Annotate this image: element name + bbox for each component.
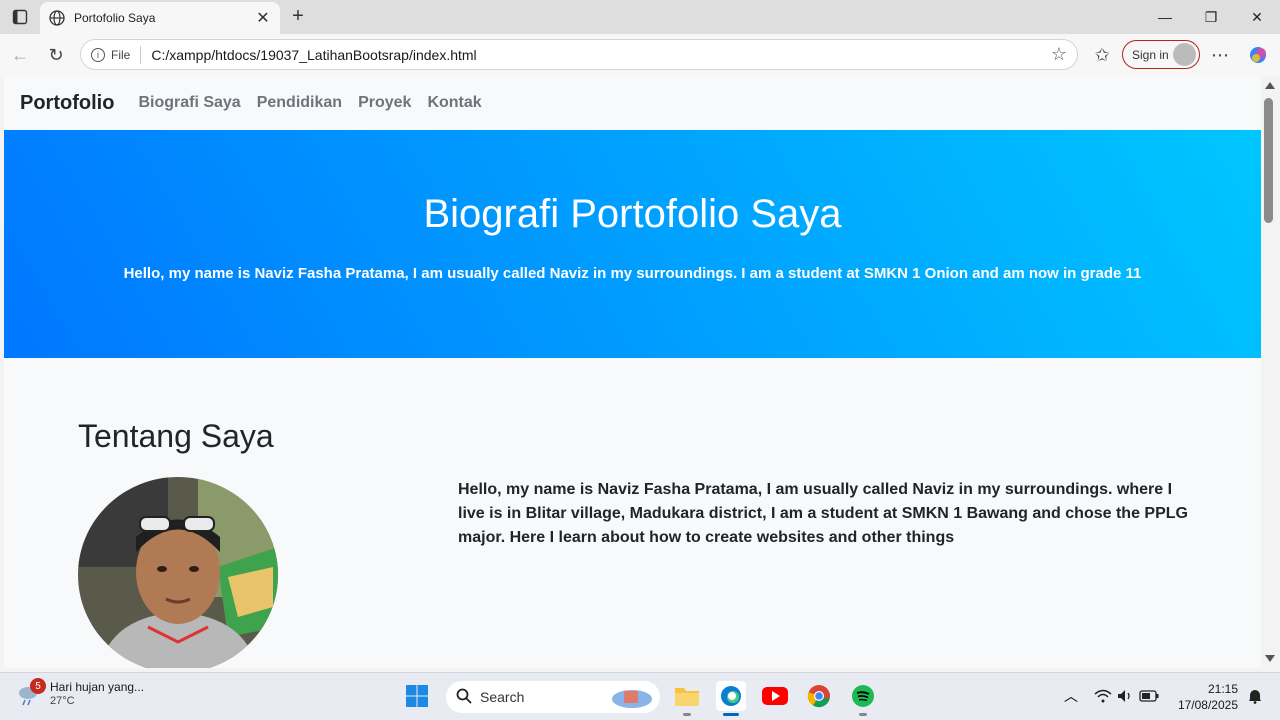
nav-link-biografi[interactable]: Biografi Saya: [138, 94, 240, 112]
site-info-label: File: [111, 47, 131, 62]
clock-time: 21:15: [1207, 682, 1238, 696]
sign-in-button[interactable]: Sign in: [1122, 40, 1200, 69]
info-icon: i: [91, 47, 105, 62]
site-navbar: Portofolio Biografi Saya Pendidikan Proy…: [4, 76, 1261, 130]
spotify-icon[interactable]: [848, 681, 878, 711]
minimize-icon[interactable]: —: [1142, 0, 1188, 34]
youtube-icon[interactable]: [760, 681, 790, 711]
tab-title: Portofolio Saya: [74, 11, 156, 25]
favorites-icon[interactable]: ✩: [1090, 43, 1114, 67]
edge-icon[interactable]: [716, 681, 746, 711]
about-text: Hello, my name is Naviz Fasha Pratama, I…: [458, 481, 1188, 546]
about-section: Tentang Saya Hello, my name is Naviz Fas…: [4, 358, 1261, 668]
favorite-star-icon[interactable]: ☆: [1051, 44, 1067, 65]
hero-title: Biografi Portofolio Saya: [423, 192, 842, 236]
search-placeholder: Search: [480, 689, 525, 705]
clock-date: 17/08/2025: [1177, 698, 1238, 712]
search-highlight-icon: [610, 685, 654, 712]
nav-link-pendidikan[interactable]: Pendidikan: [257, 94, 342, 112]
tab-actions-icon[interactable]: [8, 6, 32, 28]
edge-active-indicator: [723, 713, 739, 716]
page-scrollbar[interactable]: [1261, 76, 1280, 668]
browser-tab-strip: Portofolio Saya ✕ + — ❐ ✕: [0, 0, 1280, 34]
browser-toolbar: ← ↻ i File C:/xampp/htdocs/19037_Latihan…: [0, 34, 1280, 76]
hero-subtitle: Hello, my name is Naviz Fasha Pratama, I…: [123, 265, 1142, 282]
weather-temp: 27°C: [50, 695, 75, 707]
browser-tab[interactable]: Portofolio Saya ✕: [40, 2, 280, 34]
restore-icon[interactable]: ❐: [1188, 0, 1234, 34]
page-viewport: Portofolio Biografi Saya Pendidikan Proy…: [4, 76, 1261, 668]
nav-link-kontak[interactable]: Kontak: [427, 94, 481, 112]
scrollbar-thumb[interactable]: [1264, 98, 1273, 223]
system-clock[interactable]: 21:15 17/08/2025: [1172, 681, 1238, 713]
navbar-brand[interactable]: Portofolio: [20, 92, 114, 115]
back-arrow-icon[interactable]: ←: [8, 43, 32, 67]
weather-badge: 5: [30, 678, 46, 694]
address-bar[interactable]: i File C:/xampp/htdocs/19037_LatihanBoot…: [80, 39, 1078, 70]
close-tab-icon[interactable]: ✕: [254, 8, 272, 28]
scroll-up-icon[interactable]: [1265, 82, 1275, 89]
windows-start-icon[interactable]: [402, 681, 432, 711]
profile-photo: [78, 477, 278, 668]
close-window-icon[interactable]: ✕: [1234, 0, 1280, 34]
new-tab-button[interactable]: +: [288, 5, 308, 28]
site-info-chip[interactable]: i File: [91, 45, 142, 64]
chrome-icon[interactable]: [804, 681, 834, 711]
globe-icon: [48, 9, 66, 27]
url-text[interactable]: C:/xampp/htdocs/19037_LatihanBootsrap/in…: [151, 47, 1051, 63]
search-icon: [456, 688, 472, 707]
windows-taskbar: 5 Hari hujan yang... 27°C Search ︿ 21:15…: [0, 672, 1280, 720]
nav-link-proyek[interactable]: Proyek: [358, 94, 411, 112]
scroll-down-icon[interactable]: [1265, 655, 1275, 662]
notification-icon[interactable]: [1240, 681, 1270, 711]
copilot-icon[interactable]: [1246, 43, 1270, 67]
more-menu-icon[interactable]: ⋯: [1208, 43, 1232, 67]
window-controls: — ❐ ✕: [1142, 0, 1280, 34]
explorer-running-indicator: [683, 713, 691, 716]
hero-section: Biografi Portofolio Saya Hello, my name …: [4, 130, 1261, 358]
battery-icon[interactable]: [1134, 681, 1164, 711]
weather-text: Hari hujan yang...: [50, 680, 145, 694]
rain-cloud-icon: 5: [16, 678, 46, 707]
about-heading: Tentang Saya: [78, 418, 274, 454]
show-hidden-icons-chevron-up-icon[interactable]: ︿: [1056, 681, 1086, 711]
weather-widget[interactable]: 5 Hari hujan yang... 27°C: [16, 678, 145, 707]
file-explorer-icon[interactable]: [672, 681, 702, 711]
spotify-running-indicator: [859, 713, 867, 716]
avatar: [1173, 43, 1196, 66]
taskbar-search[interactable]: Search: [446, 681, 660, 713]
refresh-icon[interactable]: ↻: [44, 43, 68, 67]
sign-in-label: Sign in: [1132, 47, 1169, 62]
